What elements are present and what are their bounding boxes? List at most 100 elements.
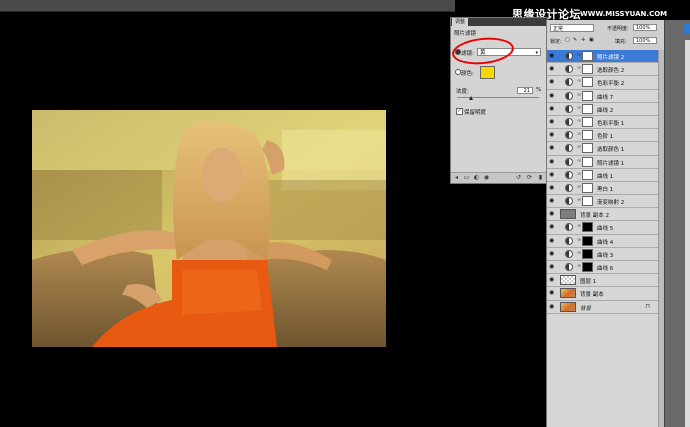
layer-mask-thumbnail[interactable]: [582, 77, 593, 88]
link-icon[interactable]: ∞: [577, 250, 581, 256]
eye-icon[interactable]: ◉: [549, 224, 556, 230]
link-icon[interactable]: ∞: [577, 92, 581, 98]
layer-row[interactable]: ◉ ∞ 曲线 5: [547, 221, 658, 235]
layer-row[interactable]: ◉ ∞ 黑白 1: [547, 181, 658, 196]
link-icon[interactable]: ∞: [577, 197, 581, 203]
layer-mask-thumbnail[interactable]: [582, 64, 593, 75]
layer-mask-thumbnail[interactable]: [582, 248, 593, 259]
layer-row[interactable]: ◉ ∞ 色阶 1: [547, 129, 658, 143]
eye-icon[interactable]: ◉: [549, 264, 556, 270]
layer-row[interactable]: ◉ ∞ 选取颜色 2: [547, 63, 658, 77]
layer-row[interactable]: ◉ ∞ 色彩平衡 1: [547, 115, 658, 130]
layer-mask-thumbnail[interactable]: [582, 116, 593, 127]
layer-row[interactable]: ◉ ∞ 曲线 1: [547, 168, 658, 182]
eye-icon[interactable]: ◉: [549, 211, 556, 217]
layer-row[interactable]: ◉ 背景 副本 2: [547, 208, 658, 222]
blend-mode-select[interactable]: 正常: [550, 24, 594, 32]
dock-scrollbar[interactable]: [685, 40, 690, 427]
layer-mask-thumbnail[interactable]: [582, 196, 593, 207]
layer-row[interactable]: ◉ ∞ 渐变映射 2: [547, 195, 658, 209]
link-icon[interactable]: ∞: [577, 184, 581, 190]
eye-icon[interactable]: ◉: [549, 118, 556, 125]
layer-row[interactable]: ◉ ∞ 曲线 7: [547, 89, 658, 103]
layer-mask-thumbnail[interactable]: [582, 235, 593, 246]
opacity-input[interactable]: 100%: [633, 24, 657, 31]
link-icon[interactable]: ∞: [577, 105, 581, 111]
layer-mask-thumbnail[interactable]: [582, 143, 593, 154]
color-swatch[interactable]: [480, 66, 495, 79]
eye-icon[interactable]: ◉: [549, 250, 556, 257]
layer-row[interactable]: ◉ ∞ 曲线 4: [547, 234, 658, 248]
link-icon[interactable]: ∞: [577, 78, 581, 84]
layer-thumbnail[interactable]: [560, 209, 576, 220]
link-icon[interactable]: ∞: [577, 223, 581, 229]
eye-icon[interactable]: ◉: [549, 79, 556, 85]
dock-tab-highlight[interactable]: [684, 24, 690, 34]
link-icon[interactable]: ∞: [577, 52, 581, 58]
layer-row[interactable]: ◉ ∞ 照片滤镜 1: [547, 155, 658, 169]
density-slider-thumb[interactable]: [469, 96, 473, 100]
layer-mask-thumbnail[interactable]: [582, 156, 593, 167]
eye-icon[interactable]: ◉: [549, 145, 556, 151]
link-icon[interactable]: ∞: [577, 131, 581, 137]
layer-row[interactable]: ◉ ∞ 色彩平衡 2: [547, 76, 658, 90]
clip-icon[interactable]: ◐: [473, 174, 480, 181]
eye-icon[interactable]: ◉: [549, 184, 556, 191]
link-icon[interactable]: ∞: [577, 158, 581, 164]
refresh-icon[interactable]: ⟳: [526, 174, 533, 181]
lock-brush-icon[interactable]: ✎: [573, 37, 577, 43]
layer-thumbnail[interactable]: [560, 275, 576, 286]
lock-transparency-icon[interactable]: ▢: [565, 37, 570, 43]
visibility-icon[interactable]: ◉: [483, 174, 490, 181]
layer-row[interactable]: ◉ ∞ 曲线 3: [547, 247, 658, 261]
layer-mask-thumbnail[interactable]: [582, 51, 593, 61]
link-icon[interactable]: ∞: [577, 65, 581, 71]
expand-icon[interactable]: ▭: [463, 174, 470, 181]
eye-icon[interactable]: ◉: [549, 105, 556, 112]
eye-icon[interactable]: ◉: [549, 277, 556, 283]
layer-row[interactable]: ◉ 图层 1: [547, 274, 658, 288]
eye-icon[interactable]: ◉: [549, 132, 556, 138]
link-icon[interactable]: ∞: [577, 263, 581, 269]
layer-row[interactable]: ◉ 背景 副本: [547, 287, 658, 301]
layer-mask-thumbnail[interactable]: [582, 130, 593, 141]
layer-row[interactable]: ◉ ∞ 曲线 6: [547, 261, 658, 275]
eye-icon[interactable]: ◉: [549, 290, 556, 296]
lock-move-icon[interactable]: ✛: [581, 37, 585, 43]
link-icon[interactable]: ∞: [577, 118, 581, 124]
eye-icon[interactable]: ◉: [549, 303, 556, 310]
layer-mask-thumbnail[interactable]: [582, 169, 593, 180]
eye-icon[interactable]: ◉: [549, 53, 556, 59]
eye-icon[interactable]: ◉: [549, 92, 556, 99]
layer-row[interactable]: ◉ ∞ 选取颜色 1: [547, 142, 658, 156]
eye-icon[interactable]: ◉: [549, 66, 556, 72]
layer-mask-thumbnail[interactable]: [582, 182, 593, 193]
link-icon[interactable]: ∞: [577, 237, 581, 243]
eye-icon[interactable]: ◉: [549, 171, 556, 178]
document-photo[interactable]: [32, 110, 386, 347]
layer-thumbnail[interactable]: [560, 288, 576, 299]
layer-mask-thumbnail[interactable]: [582, 262, 593, 272]
reset-icon[interactable]: ↺: [515, 174, 522, 181]
back-icon[interactable]: ◂: [453, 174, 460, 181]
link-icon[interactable]: ∞: [577, 171, 581, 177]
tab-adjustments[interactable]: 调整: [452, 18, 469, 26]
layer-row[interactable]: ◉ ⊓ 背景: [547, 300, 658, 314]
layer-mask-thumbnail[interactable]: [582, 222, 593, 233]
layer-name: 曲线 1: [597, 173, 614, 180]
layer-thumbnail[interactable]: [560, 301, 576, 312]
lock-all-icon[interactable]: ▣: [589, 37, 594, 43]
layer-name: 照片滤镜 2: [597, 55, 625, 61]
trash-icon[interactable]: ▮: [537, 174, 544, 181]
layer-mask-thumbnail[interactable]: [582, 103, 593, 114]
eye-icon[interactable]: ◉: [549, 237, 556, 244]
layer-mask-thumbnail[interactable]: [582, 90, 593, 101]
fill-input[interactable]: 100%: [633, 37, 657, 44]
link-icon[interactable]: ∞: [577, 144, 581, 150]
preserve-luminosity-checkbox[interactable]: ✓: [456, 108, 463, 115]
layer-row[interactable]: ◉ ∞ 曲线 2: [547, 102, 658, 116]
eye-icon[interactable]: ◉: [549, 198, 556, 204]
eye-icon[interactable]: ◉: [549, 158, 556, 165]
density-input[interactable]: 21: [517, 87, 533, 94]
layer-row[interactable]: ◉ ∞ 照片滤镜 2: [547, 50, 658, 64]
